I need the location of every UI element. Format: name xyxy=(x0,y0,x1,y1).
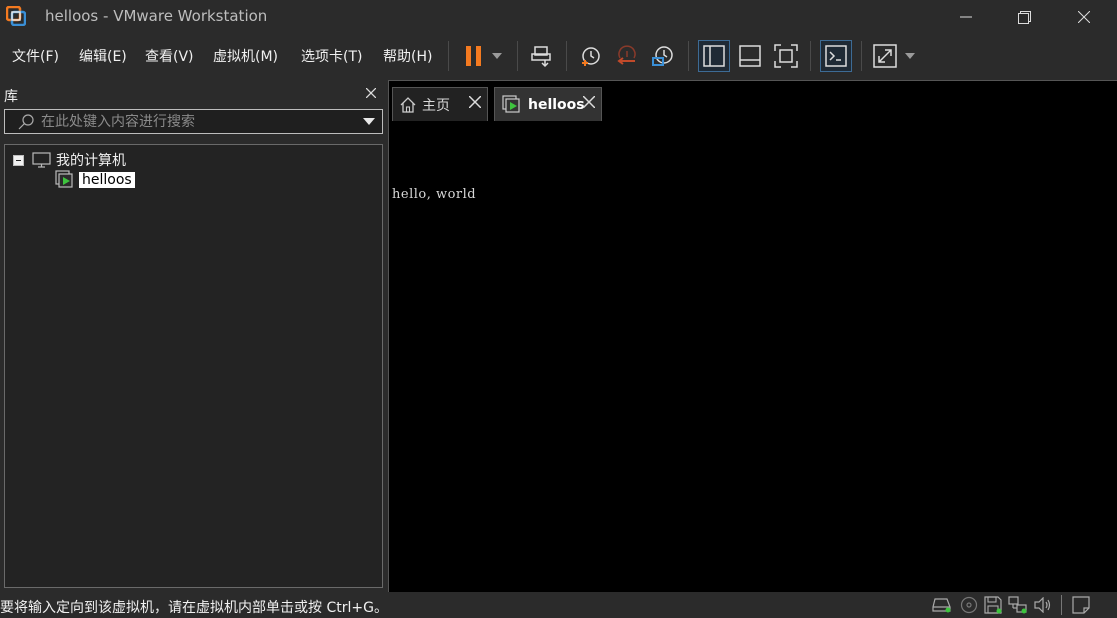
toolbar-separator xyxy=(517,41,518,71)
tab-strip: 主页 helloos xyxy=(389,81,1117,121)
message-log-icon xyxy=(1072,596,1090,614)
library-tree: 我的计算机 helloos xyxy=(4,144,383,588)
snapshot-manager-button[interactable] xyxy=(647,40,679,72)
status-message: 要将输入定向到该虚拟机，请在虚拟机内部单击或按 Ctrl+G。 xyxy=(0,600,388,616)
floppy-status-button[interactable] xyxy=(983,596,1003,614)
close-icon xyxy=(366,88,376,98)
power-dropdown-button[interactable] xyxy=(486,40,508,72)
title-bar: helloos - VMware Workstation xyxy=(0,0,1117,34)
floppy-icon xyxy=(984,596,1002,614)
tree-row-my-computer[interactable]: 我的计算机 xyxy=(13,150,126,170)
search-icon xyxy=(18,114,34,130)
minimize-button[interactable] xyxy=(940,0,992,34)
cd-dvd-status-button[interactable] xyxy=(959,596,979,614)
stretch-guest-button[interactable] xyxy=(869,40,901,72)
library-search-box[interactable] xyxy=(4,109,383,134)
toolbar-separator xyxy=(566,41,567,71)
vmware-logo-icon xyxy=(6,6,26,26)
snapshot-take-icon xyxy=(582,47,600,66)
tab-home[interactable]: 主页 xyxy=(392,87,488,121)
snapshot-take-button[interactable] xyxy=(575,40,607,72)
menu-vm[interactable]: 虚拟机(M) xyxy=(213,46,278,66)
vm-console[interactable]: hello, world xyxy=(389,121,1117,593)
computer-icon xyxy=(32,152,51,168)
tree-row-vm[interactable]: helloos xyxy=(55,170,135,190)
library-search-input[interactable] xyxy=(41,112,341,131)
restore-button[interactable] xyxy=(998,0,1050,34)
close-button[interactable] xyxy=(1058,0,1110,34)
window-title: helloos - VMware Workstation xyxy=(45,7,268,25)
tab-helloos[interactable]: helloos xyxy=(494,87,602,121)
cd-dvd-icon xyxy=(960,596,978,614)
pause-icon xyxy=(466,46,481,66)
sound-card-status-button[interactable] xyxy=(1033,596,1053,614)
network-adapter-status-button[interactable] xyxy=(1008,596,1028,614)
vm-workspace: 主页 helloos hello, world xyxy=(388,80,1117,593)
message-log-button[interactable] xyxy=(1071,596,1091,614)
stretch-guest-icon xyxy=(873,44,897,68)
send-ctrl-alt-del-button[interactable] xyxy=(526,40,558,72)
minimize-icon xyxy=(960,16,972,18)
close-icon xyxy=(1078,11,1090,23)
network-adapter-icon xyxy=(1008,596,1027,614)
tab-helloos-close-button[interactable] xyxy=(583,96,595,108)
show-thumbnail-icon xyxy=(739,45,761,67)
hard-disk-icon xyxy=(932,598,951,613)
library-close-button[interactable] xyxy=(362,84,380,102)
stretch-dropdown-button[interactable] xyxy=(899,40,921,72)
show-thumbnail-button[interactable] xyxy=(734,40,766,72)
status-separator xyxy=(1061,595,1062,615)
hard-disk-status-button[interactable] xyxy=(932,596,952,614)
menu-tabs[interactable]: 选项卡(T) xyxy=(301,46,362,66)
menu-edit[interactable]: 编辑(E) xyxy=(79,46,127,66)
toolbar-separator xyxy=(688,41,689,71)
collapse-icon[interactable] xyxy=(13,154,24,166)
show-library-icon xyxy=(703,45,725,67)
library-title: 库 xyxy=(4,89,18,105)
tab-helloos-label: helloos xyxy=(528,96,585,113)
full-screen-button[interactable] xyxy=(770,40,802,72)
console-view-button[interactable] xyxy=(820,40,852,72)
status-bar: 要将输入定向到该虚拟机，请在虚拟机内部单击或按 Ctrl+G。 xyxy=(0,592,1117,618)
tab-home-label: 主页 xyxy=(422,97,450,114)
vm-running-icon xyxy=(502,94,520,113)
send-ctrl-alt-del-icon xyxy=(531,46,551,68)
console-output: hello, world xyxy=(392,187,477,202)
chevron-down-icon[interactable] xyxy=(363,118,375,125)
tree-label-vm: helloos xyxy=(79,172,135,188)
show-library-button[interactable] xyxy=(698,40,730,72)
menu-toolbar-row: 文件(F) 编辑(E) 查看(V) 虚拟机(M) 选项卡(T) 帮助(H) xyxy=(0,34,1117,78)
library-panel: 库 我的计算机 helloos xyxy=(0,80,387,592)
home-icon xyxy=(400,96,416,113)
stretch-dropdown-icon xyxy=(905,53,915,59)
power-dropdown-icon xyxy=(492,53,502,59)
restore-icon xyxy=(1017,10,1031,24)
menu-file[interactable]: 文件(F) xyxy=(12,46,59,66)
sound-card-icon xyxy=(1034,597,1051,613)
menu-view[interactable]: 查看(V) xyxy=(145,46,194,66)
snapshot-manager-icon xyxy=(652,46,673,66)
tree-label-my-computer: 我的计算机 xyxy=(56,153,126,169)
close-icon xyxy=(469,96,481,108)
menu-help[interactable]: 帮助(H) xyxy=(383,46,432,66)
toolbar-separator xyxy=(810,41,811,71)
snapshot-revert-icon xyxy=(617,45,636,65)
toolbar-separator xyxy=(448,41,449,71)
full-screen-icon xyxy=(774,44,798,68)
tab-home-close-button[interactable] xyxy=(469,96,481,108)
toolbar-separator xyxy=(861,41,862,71)
vm-running-icon xyxy=(55,170,73,188)
close-icon xyxy=(583,96,595,108)
console-view-icon xyxy=(825,45,847,67)
snapshot-revert-button[interactable] xyxy=(611,40,643,72)
